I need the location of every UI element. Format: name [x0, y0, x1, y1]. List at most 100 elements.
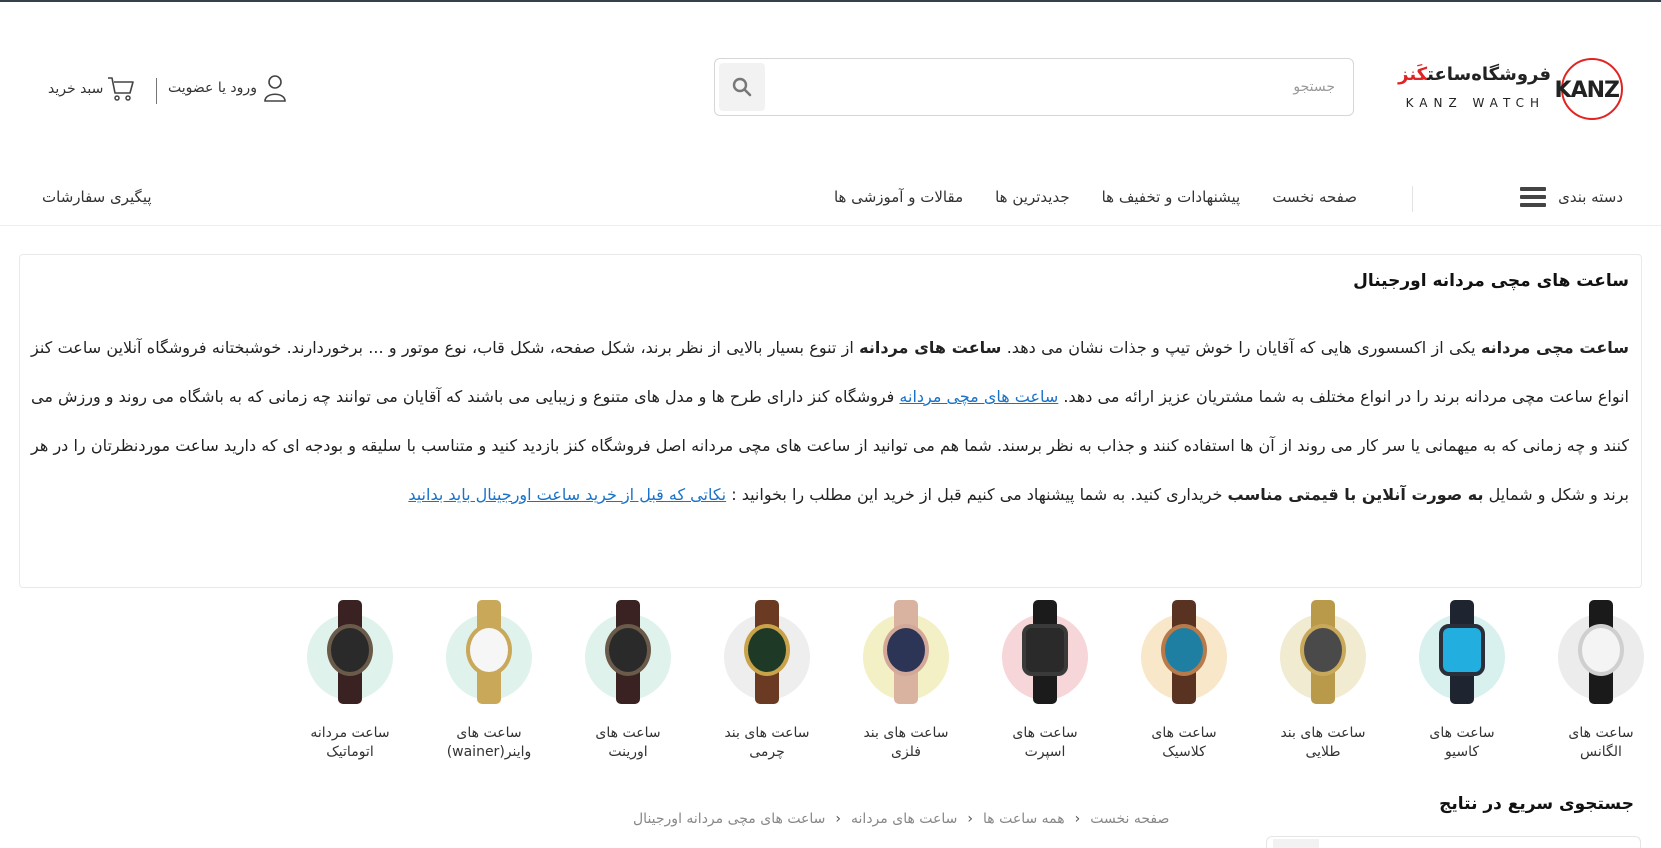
desc-text-4: خریداری کنید. به شما پیشنهاد می کنیم قبل…: [726, 485, 1228, 504]
watch-face: [1161, 624, 1207, 676]
watch-image[interactable]: [1000, 600, 1090, 704]
category-label-line-2: الگانس: [1580, 744, 1622, 760]
category-item[interactable]: ساعت های واینر(wainer): [443, 600, 535, 762]
category-label-line-1: ساعت های: [595, 725, 661, 741]
category-label-line-2: چرمی: [749, 744, 785, 760]
watch-image[interactable]: [583, 600, 673, 704]
category-carousel: ساعت های الگانس ساعت های کاسیو ساعت های بند ط…: [304, 600, 1647, 762]
quick-search-box: [1266, 836, 1641, 848]
category-item[interactable]: ساعت های بند طلایی: [1277, 600, 1369, 762]
watch-image[interactable]: [1417, 600, 1507, 704]
category-label-line-1: ساعت های: [1151, 725, 1217, 741]
category-label-line-1: ساعت های بند: [863, 725, 949, 741]
category-item[interactable]: ساعت های اورینت: [582, 600, 674, 762]
nav-articles[interactable]: مقالات و آموزشی ها: [834, 188, 963, 206]
nav-offers[interactable]: پیشنهادات و تخفیف ها: [1102, 188, 1241, 206]
watch-face: [1022, 624, 1068, 676]
logo-fa-prefix: فروشگاه‌ساعت: [1427, 64, 1551, 85]
category-label-line-1: ساعت های: [1429, 725, 1495, 741]
category-item[interactable]: ساعت های بند فلزی: [860, 600, 952, 762]
watch-image[interactable]: [305, 600, 395, 704]
category-item[interactable]: ساعت مردانه اتوماتیک: [304, 600, 396, 762]
category-label-line-2: اورینت: [608, 744, 648, 760]
watch-image[interactable]: [1278, 600, 1368, 704]
breadcrumb-home[interactable]: صفحه نخست: [1090, 811, 1169, 827]
nav-divider: [1412, 186, 1413, 212]
breadcrumb-mens-watches[interactable]: ساعت های مردانه: [851, 811, 957, 827]
login-register-link[interactable]: ورود یا عضویت: [168, 74, 287, 102]
chevron-left-icon: ‹: [1074, 811, 1081, 827]
category-label: ساعت های کلاسیک: [1138, 724, 1230, 762]
category-label-line-1: ساعت های: [1012, 725, 1078, 741]
category-label-line-2: اتوماتیک: [326, 744, 374, 760]
site-logo[interactable]: KANZ فروشگاه‌ساعتکَنز KANZ WATCH: [1393, 56, 1623, 126]
categories-menu-button[interactable]: دسته بندی: [1520, 186, 1623, 208]
quick-search-button[interactable]: [1273, 839, 1319, 848]
search-box: [714, 58, 1354, 116]
description-text: ساعت مچی مردانه یکی از اکسسوری هایی که آ…: [31, 323, 1629, 519]
desc-bold-1: ساعت مچی مردانه: [1480, 338, 1630, 357]
category-label: ساعت های بند طلایی: [1277, 724, 1369, 762]
category-description: ساعت های مچی مردانه اورجینال ساعت مچی مر…: [19, 254, 1642, 588]
category-label-line-1: ساعت های: [1568, 725, 1634, 741]
site-header: KANZ فروشگاه‌ساعتکَنز KANZ WATCH ورود یا…: [0, 2, 1661, 152]
logo-english-name: KANZ WATCH: [1405, 96, 1545, 110]
breadcrumb-current: ساعت های مچی مردانه اورجینال: [633, 811, 826, 827]
category-label-line-2: طلایی: [1305, 744, 1341, 760]
header-divider: [156, 78, 157, 104]
desc-text-1: یکی از اکسسوری هایی که آقایان را خوش تیپ…: [1001, 338, 1481, 357]
category-label-line-1: ساعت مردانه: [310, 725, 390, 741]
watch-face: [883, 624, 929, 676]
watch-face: [1439, 624, 1485, 676]
category-label: ساعت های بند فلزی: [860, 724, 952, 762]
breadcrumb-all-watches[interactable]: همه ساعت ها: [983, 811, 1065, 827]
category-item[interactable]: ساعت های بند چرمی: [721, 600, 813, 762]
chevron-left-icon: ‹: [835, 811, 842, 827]
watch-face: [744, 624, 790, 676]
category-item[interactable]: ساعت های اسپرت: [999, 600, 1091, 762]
category-item[interactable]: ساعت های الگانس: [1555, 600, 1647, 762]
track-orders-link[interactable]: پیگیری سفارشات: [42, 188, 152, 206]
desc-bold-3: به صورت آنلاین با قیمتی مناسب: [1227, 485, 1484, 504]
nav-links: صفحه نخست پیشنهادات و تخفیف ها جدیدترین …: [834, 188, 1357, 206]
watch-image[interactable]: [1556, 600, 1646, 704]
category-item[interactable]: ساعت های کاسیو: [1416, 600, 1508, 762]
desc-bold-2: ساعت های مردانه: [859, 338, 1002, 357]
category-label-line-1: ساعت های: [456, 725, 522, 741]
category-label-line-2: کاسیو: [1444, 744, 1480, 760]
watch-face: [1300, 624, 1346, 676]
logo-fa-brand: کَنز: [1398, 64, 1428, 85]
category-label: ساعت مردانه اتوماتیک: [304, 724, 396, 762]
watch-face: [327, 624, 373, 676]
category-label-line-1: ساعت های بند: [724, 725, 810, 741]
watch-image[interactable]: [722, 600, 812, 704]
cart-link[interactable]: سبد خرید: [48, 76, 135, 102]
watch-image[interactable]: [861, 600, 951, 704]
category-label-line-2: فلزی: [890, 744, 921, 760]
quick-search-title: جستجوی سریع در نتایج: [1439, 794, 1634, 814]
category-label-line-2: اسپرت: [1024, 744, 1066, 760]
watch-image[interactable]: [444, 600, 534, 704]
chevron-left-icon: ‹: [967, 811, 973, 827]
user-icon: [264, 75, 286, 102]
category-label: ساعت های اسپرت: [999, 724, 1091, 762]
cart-icon: [108, 77, 135, 101]
logo-mark: KANZ: [1554, 78, 1620, 103]
nav-newest[interactable]: جدیدترین ها: [995, 188, 1070, 206]
search-input[interactable]: [773, 59, 1353, 115]
category-label-line-2: کلاسیک: [1162, 744, 1206, 760]
logo-persian-name: فروشگاه‌ساعتکَنز: [1398, 64, 1551, 85]
category-label: ساعت های بند چرمی: [721, 724, 813, 762]
mens-watches-link[interactable]: ساعت های مچی مردانه: [899, 387, 1058, 406]
breadcrumb: صفحه نخست ‹ همه ساعت ها ‹ ساعت های مردان…: [633, 811, 1169, 827]
category-item[interactable]: ساعت های کلاسیک: [1138, 600, 1230, 762]
watch-face: [1578, 624, 1624, 676]
watch-face: [466, 624, 512, 676]
category-label: ساعت های کاسیو: [1416, 724, 1508, 762]
nav-home[interactable]: صفحه نخست: [1272, 188, 1357, 206]
search-button[interactable]: [719, 63, 765, 111]
category-label: ساعت های اورینت: [582, 724, 674, 762]
watch-image[interactable]: [1139, 600, 1229, 704]
buying-tips-link[interactable]: نکاتی که قبل از خرید ساعت اورجینال باید …: [408, 485, 726, 504]
watch-face: [605, 624, 651, 676]
